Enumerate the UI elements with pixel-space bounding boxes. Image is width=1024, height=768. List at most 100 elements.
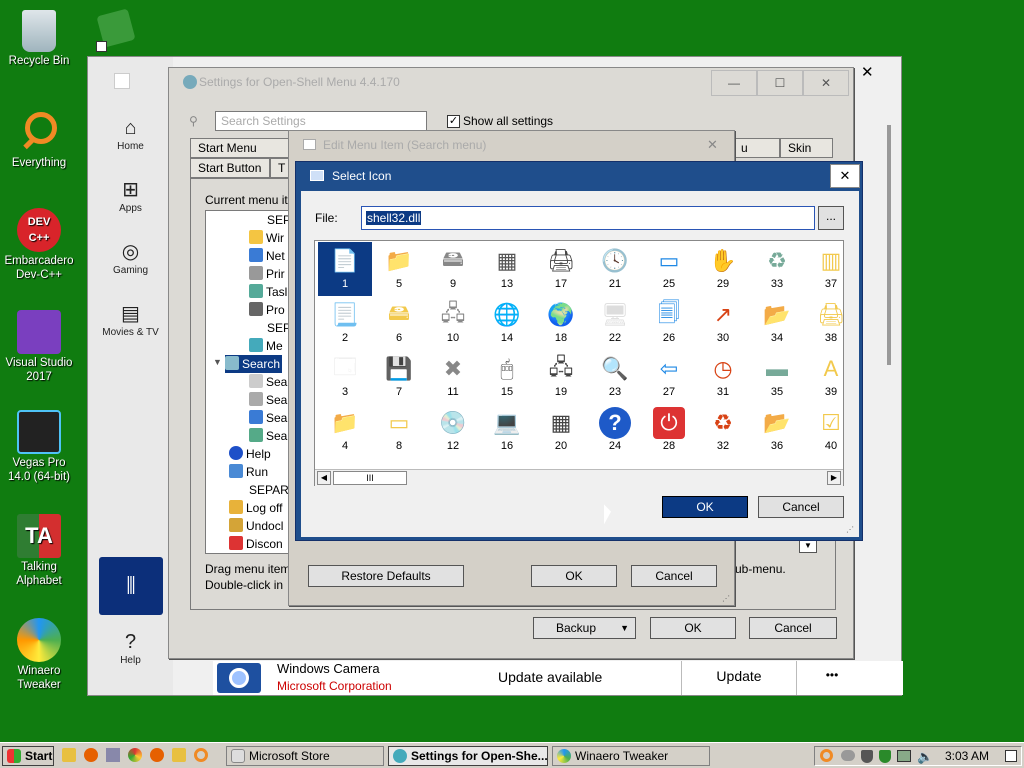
tree-item[interactable]: Run	[229, 463, 268, 481]
desktop-icon-winaero-tweaker[interactable]: Winaero Tweaker	[1, 618, 77, 692]
tab-look[interactable]: u Look	[733, 138, 780, 173]
icon-cell[interactable]: 📂 34	[750, 296, 804, 350]
store-scrollbar[interactable]	[887, 125, 891, 365]
icon-grid[interactable]: 📄 1 📁 5 🖴 9 ▦ 13 🖨 17 🕓 21 ▭ 25 ✋ 29 ♻ 33 ▥ 37 📃 2 🖴 6 🖧 10 🌐 14 🌍 18…	[314, 240, 844, 486]
shield-icon[interactable]	[861, 750, 873, 763]
icon-cell[interactable]: 💿 12	[426, 404, 480, 458]
desktop-icon-recycle-bin[interactable]: Recycle Bin	[1, 10, 77, 68]
game-shortcut-icon[interactable]	[96, 8, 136, 52]
desktop-icon-devcpp[interactable]: DEV C++ Embarcadero Dev-C++	[1, 208, 77, 282]
edit-ok-button[interactable]: OK	[531, 565, 617, 587]
settings-cancel-button[interactable]: Cancel	[749, 617, 837, 639]
resize-grip-icon[interactable]: ⋰	[846, 525, 854, 534]
folder-icon[interactable]	[172, 748, 186, 762]
firefox-icon[interactable]	[150, 748, 164, 762]
desktop-icon-everything[interactable]: Everything	[1, 110, 77, 170]
icon-cell[interactable]: ✋ 29	[696, 242, 750, 296]
icon-cell[interactable]: 🖨 17	[534, 242, 588, 296]
icon-cell[interactable]: 🖴 9	[426, 242, 480, 296]
nav-help[interactable]: ? Help	[88, 629, 173, 666]
update-button[interactable]: Update	[681, 661, 797, 695]
library-button[interactable]: ⫼	[99, 557, 163, 615]
firefox-icon[interactable]	[84, 748, 98, 762]
icon-grid-scrollbar[interactable]: ◀ III ▶	[315, 469, 843, 486]
icon-cell[interactable]: ⇦ 27	[642, 350, 696, 404]
icon-cell[interactable]: 🖥 22	[588, 296, 642, 350]
maximize-button[interactable]: ☐	[757, 70, 803, 96]
search-icon[interactable]	[820, 749, 833, 762]
tree-item[interactable]: Me	[249, 337, 283, 355]
icon-cell[interactable]: ▦ 20	[534, 404, 588, 458]
icon-cell[interactable]: 💻 16	[480, 404, 534, 458]
icon-cell[interactable]: 📄 1	[318, 242, 372, 296]
icon-cell[interactable]: ♻ 32	[696, 404, 750, 458]
keyboard-icon[interactable]	[106, 748, 120, 762]
notifications-icon[interactable]	[1005, 750, 1017, 762]
icon-cell[interactable]: ▦ 13	[480, 242, 534, 296]
tree-item-search[interactable]: Search	[225, 355, 283, 373]
tree-item[interactable]: Sea	[249, 391, 287, 409]
tree-item[interactable]: Pro	[249, 301, 285, 319]
icon-cell[interactable]: A 39	[804, 350, 843, 404]
tree-item[interactable]: Prir	[249, 265, 285, 283]
desktop-icon-talking-alphabet[interactable]: TA Talking Alphabet	[1, 514, 77, 588]
select-icon-cancel-button[interactable]: Cancel	[758, 496, 844, 518]
network-icon[interactable]	[897, 750, 911, 762]
tree-item[interactable]: Tasl	[249, 283, 287, 301]
icon-cell[interactable]: ? 24	[588, 404, 642, 458]
shield-check-icon[interactable]	[879, 750, 891, 763]
restore-defaults-button[interactable]: Restore Defaults	[308, 565, 464, 587]
icon-cell[interactable]: 🖱 15	[480, 350, 534, 404]
icon-cell[interactable]: 🖧 19	[534, 350, 588, 404]
volume-icon[interactable]: 🔈	[917, 749, 933, 765]
icon-cell[interactable]: ▭ 8	[372, 404, 426, 458]
tab-start-menu-style[interactable]: Start Menu Style	[190, 138, 292, 173]
icon-cell[interactable]: 📃 2	[318, 296, 372, 350]
icon-cell[interactable]: ⏻ 28	[642, 404, 696, 458]
icon-cell[interactable]: 🕓 21	[588, 242, 642, 296]
icon-cell[interactable]: 🖨 38	[804, 296, 843, 350]
scroll-thumb[interactable]: III	[333, 471, 407, 485]
nav-home[interactable]: ⌂ Home	[88, 115, 173, 152]
search-icon[interactable]	[194, 748, 208, 762]
select-icon-ok-button[interactable]: OK	[662, 496, 748, 518]
show-all-checkbox[interactable]: ✓	[447, 115, 460, 128]
dropdown-arrow-icon[interactable]: ▼	[799, 539, 817, 553]
folder-icon[interactable]	[62, 748, 76, 762]
cloud-icon[interactable]	[841, 750, 855, 761]
close-button[interactable]: ✕	[803, 70, 849, 96]
icon-cell[interactable]: 📁 5	[372, 242, 426, 296]
tree-item[interactable]: Discon	[229, 535, 283, 553]
chrome-icon[interactable]	[128, 748, 142, 762]
scroll-left-icon[interactable]: ◀	[317, 471, 331, 485]
minimize-button[interactable]: —	[711, 70, 757, 96]
more-button[interactable]: •••	[817, 661, 847, 689]
icon-cell[interactable]: 🌐 14	[480, 296, 534, 350]
tree-item[interactable]: Log off	[229, 499, 282, 517]
search-settings-input[interactable]: Search Settings	[215, 111, 427, 131]
backup-button[interactable]: Backup ▼	[533, 617, 636, 639]
tree-item[interactable]: Sea	[249, 373, 287, 391]
resize-grip-icon[interactable]: ⋰	[722, 594, 730, 603]
icon-cell[interactable]: ☑ 40	[804, 404, 843, 458]
icon-cell[interactable]: 🗐 26	[642, 296, 696, 350]
taskbar-button-settings[interactable]: Settings for Open-She...	[388, 746, 548, 766]
browse-button[interactable]: ...	[818, 206, 844, 230]
icon-cell[interactable]: ◷ 31	[696, 350, 750, 404]
start-button[interactable]: Start	[2, 746, 54, 766]
settings-ok-button[interactable]: OK	[650, 617, 736, 639]
tree-item[interactable]: Wir	[249, 229, 284, 247]
nav-movies-tv[interactable]: ▤ Movies & TV	[88, 301, 173, 338]
tab-skin[interactable]: Skin	[780, 138, 833, 158]
tree-item[interactable]: Sea	[249, 427, 287, 445]
tree-item[interactable]: Undocl	[229, 517, 283, 535]
edit-close-button[interactable]: ✕	[707, 137, 718, 153]
icon-cell[interactable]: 🗔 3	[318, 350, 372, 404]
icon-cell[interactable]: 🔍 23	[588, 350, 642, 404]
icon-cell[interactable]: ▭ 25	[642, 242, 696, 296]
scroll-right-icon[interactable]: ▶	[827, 471, 841, 485]
icon-cell[interactable]: ↗ 30	[696, 296, 750, 350]
tree-item[interactable]: Help	[229, 445, 271, 463]
select-icon-close-button[interactable]: ✕	[830, 164, 860, 188]
file-input[interactable]: shell32.dll	[361, 206, 815, 230]
